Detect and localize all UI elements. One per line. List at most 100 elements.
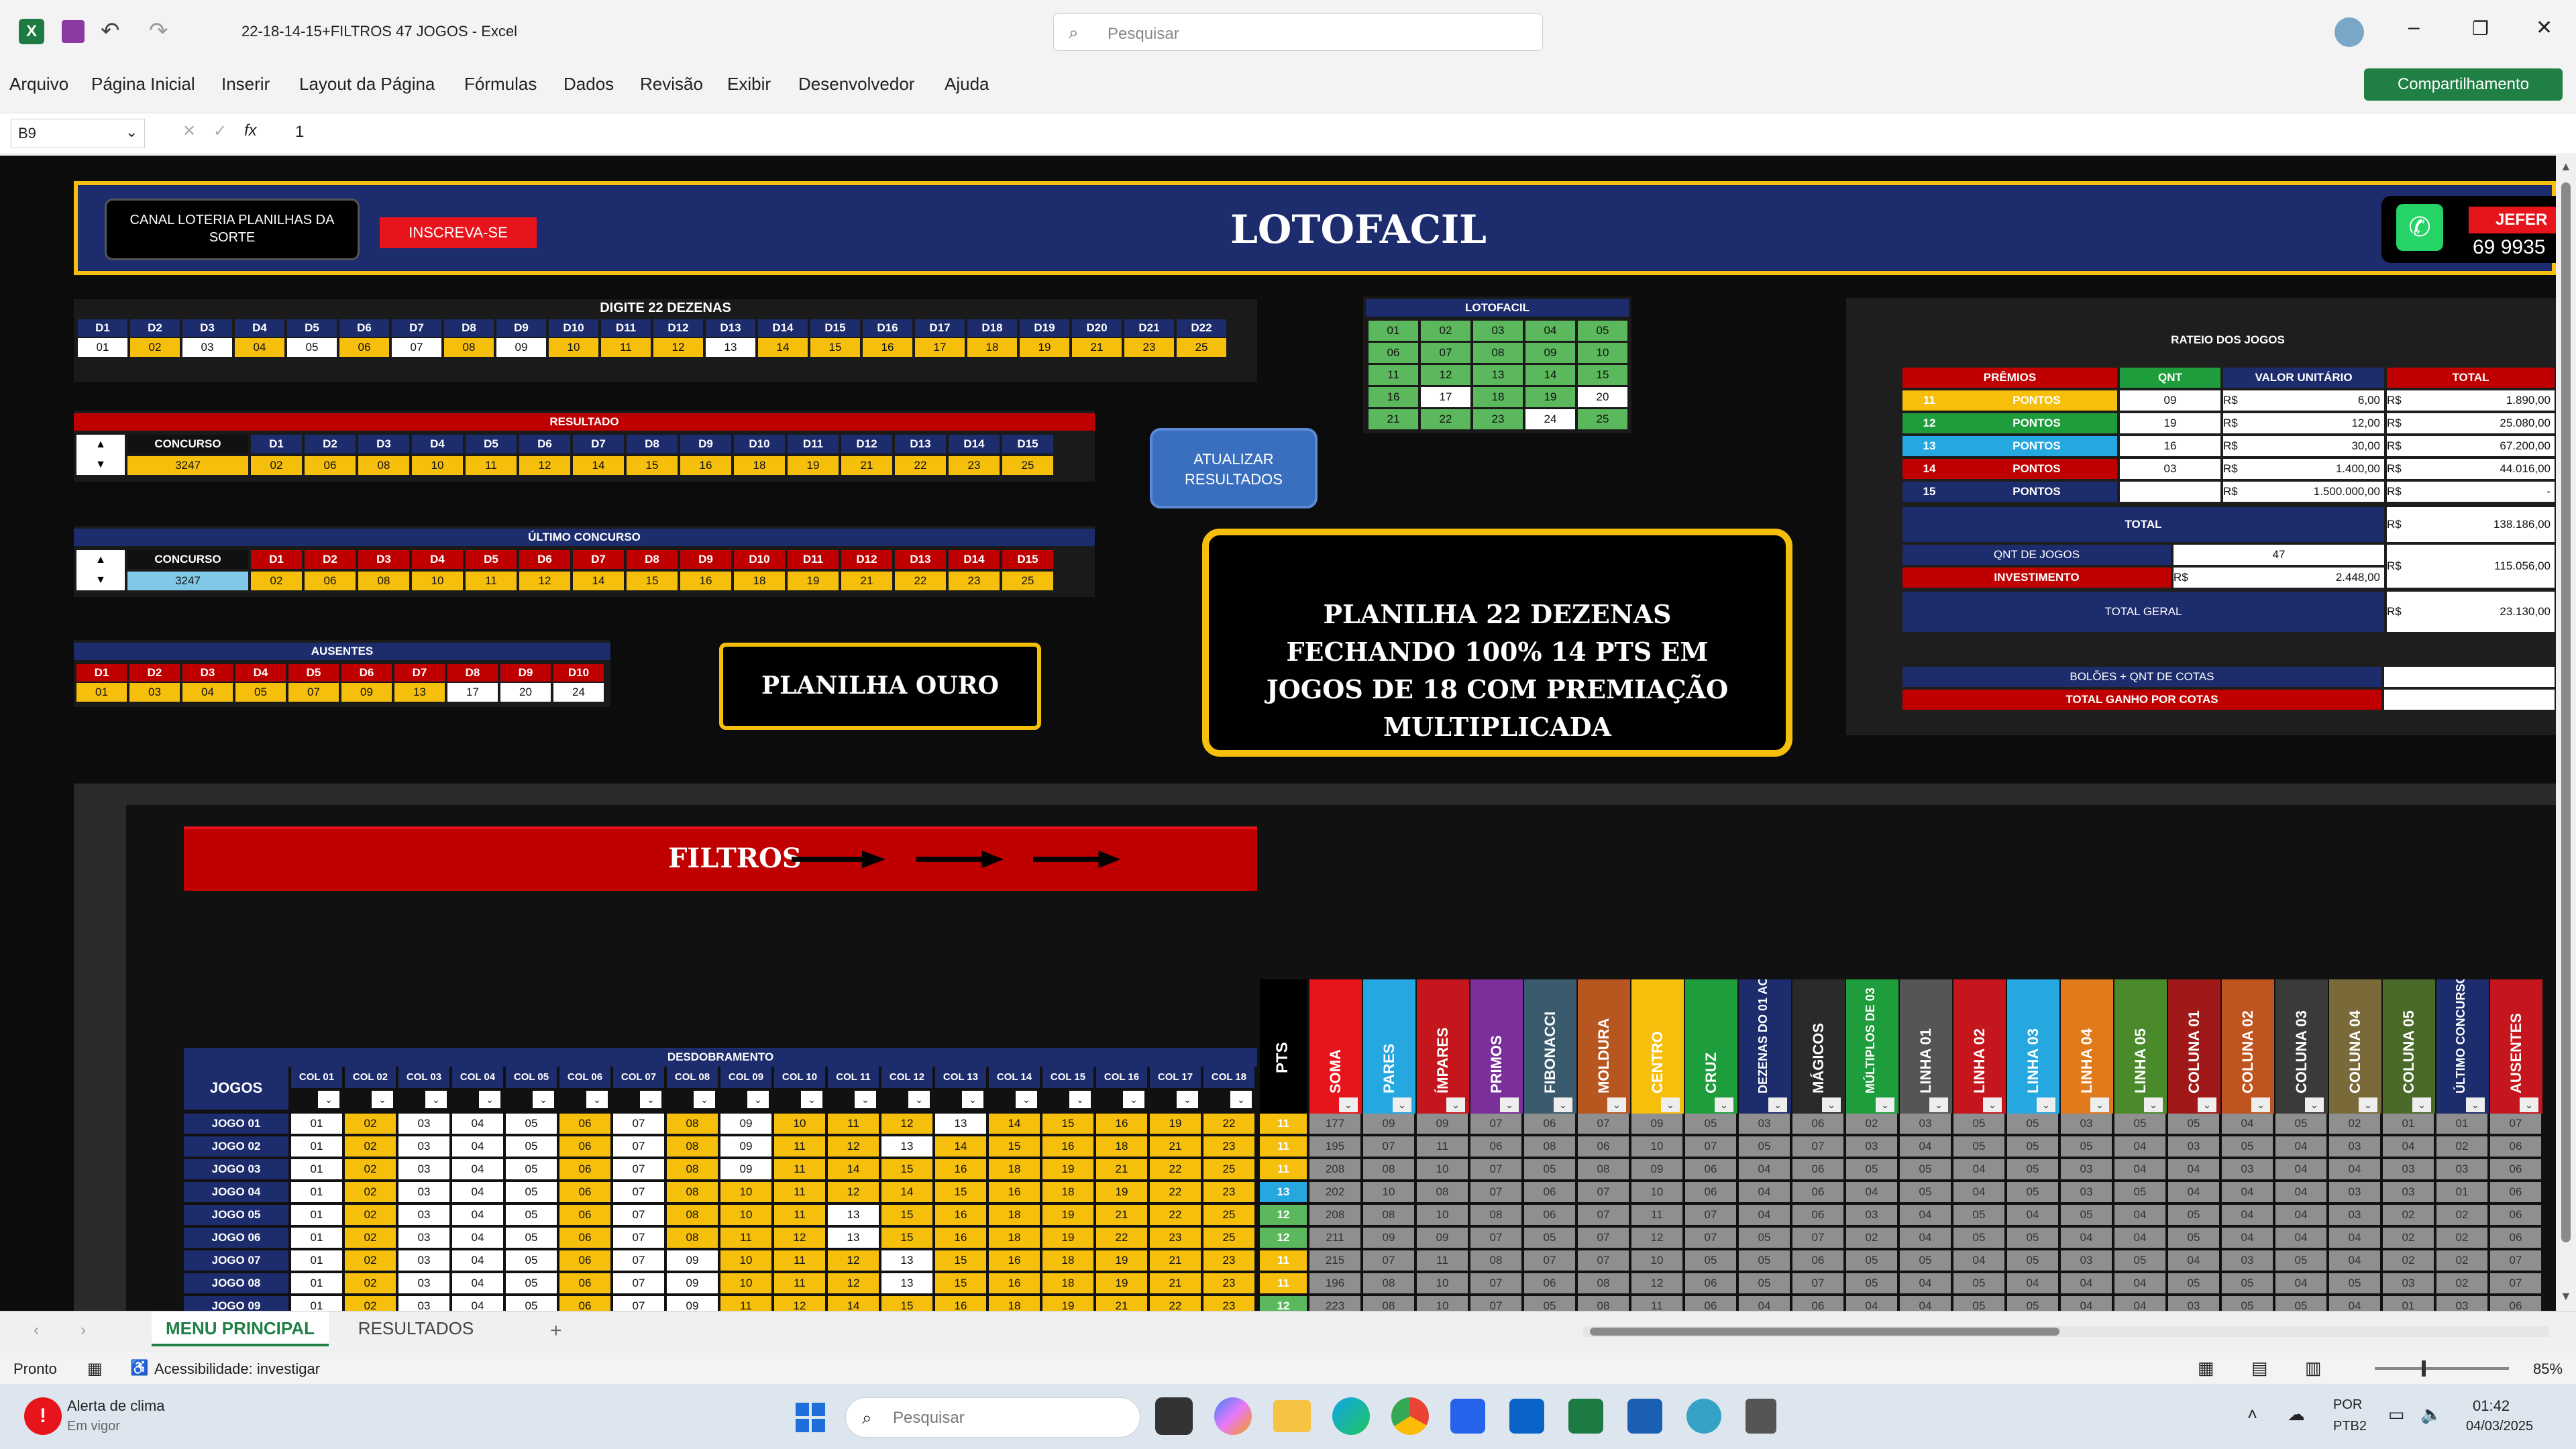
edge-icon[interactable]	[1332, 1397, 1370, 1435]
digite-cell[interactable]: 17	[915, 338, 965, 357]
filter-column-header[interactable]: DEZENAS DO 01 AO 15 ⌄	[1739, 979, 1791, 1114]
filter-dropdown-icon[interactable]: ⌄	[1177, 1091, 1198, 1108]
filter-dropdown-icon[interactable]: ⌄	[640, 1091, 661, 1108]
normal-view-icon[interactable]: ▦	[2198, 1358, 2214, 1379]
digite-cell[interactable]: 06	[339, 338, 389, 357]
filter-dropdown-icon[interactable]: ⌄	[1016, 1091, 1037, 1108]
digite-cell[interactable]: 08	[444, 338, 494, 357]
digite-cell[interactable]: 23	[1124, 338, 1174, 357]
page-break-icon[interactable]: ▥	[2305, 1358, 2322, 1379]
menu-formulas[interactable]: Fórmulas	[464, 74, 537, 95]
filter-column-header[interactable]: CRUZ ⌄	[1685, 979, 1737, 1114]
search-box[interactable]: ⌕ Pesquisar	[1053, 13, 1543, 51]
calculator-icon[interactable]	[1746, 1399, 1776, 1434]
planilha-ouro-button[interactable]: PLANILHA OURO	[719, 643, 1041, 730]
filter-dropdown-icon[interactable]: ⌄	[1822, 1097, 1841, 1112]
filter-dropdown-icon[interactable]: ⌄	[801, 1091, 822, 1108]
digite-cell[interactable]: 15	[810, 338, 860, 357]
filter-dropdown-icon[interactable]: ⌄	[2090, 1097, 2109, 1112]
scroll-up-icon[interactable]: ▲	[2560, 160, 2572, 174]
filter-column-header[interactable]: PARES ⌄	[1363, 979, 1415, 1114]
filter-column-header[interactable]: LINHA 02 ⌄	[1953, 979, 2006, 1114]
windows-start-icon[interactable]	[796, 1403, 825, 1432]
file-explorer-icon[interactable]	[1273, 1400, 1311, 1432]
filter-dropdown-icon[interactable]: ⌄	[1500, 1097, 1519, 1112]
filter-column-header[interactable]: LINHA 04 ⌄	[2061, 979, 2113, 1114]
filter-column-header[interactable]: COLUNA 04 ⌄	[2329, 979, 2381, 1114]
subscribe-button[interactable]: INSCREVA-SE	[380, 217, 537, 248]
restore-icon[interactable]: ❐	[2472, 17, 2489, 40]
filter-column-header[interactable]: LINHA 01 ⌄	[1900, 979, 1952, 1114]
filter-dropdown-icon[interactable]: ⌄	[2251, 1097, 2270, 1112]
prev-sheet-icon[interactable]: ‹	[34, 1321, 39, 1340]
filter-column-header[interactable]: COLUNA 03 ⌄	[2275, 979, 2328, 1114]
minimize-icon[interactable]: –	[2408, 16, 2420, 39]
menu-pagina-inicial[interactable]: Página Inicial	[91, 74, 195, 95]
copilot-icon[interactable]	[1214, 1397, 1252, 1435]
filter-dropdown-icon[interactable]: ⌄	[962, 1091, 983, 1108]
weather-title[interactable]: Alerta de clima	[67, 1397, 165, 1415]
whatsapp-icon[interactable]: ✆	[2396, 204, 2443, 251]
filter-dropdown-icon[interactable]: ⌄	[1339, 1097, 1358, 1112]
digite-cell[interactable]: 13	[706, 338, 755, 357]
filter-column-header[interactable]: CENTRO ⌄	[1631, 979, 1684, 1114]
digite-cell[interactable]: 25	[1177, 338, 1226, 357]
digite-cell[interactable]: 19	[1020, 338, 1069, 357]
vertical-scrollbar[interactable]: ▲ ▼	[2556, 156, 2576, 1311]
resultado-spinner-down[interactable]: ▼	[76, 455, 125, 475]
add-sheet-icon[interactable]: +	[550, 1320, 562, 1342]
cancel-icon[interactable]: ✕	[182, 121, 196, 141]
menu-exibir[interactable]: Exibir	[727, 74, 771, 95]
filter-dropdown-icon[interactable]: ⌄	[2305, 1097, 2324, 1112]
filter-column-header[interactable]: COLUNA 05 ⌄	[2383, 979, 2435, 1114]
tab-resultados[interactable]: RESULTADOS	[349, 1311, 483, 1346]
chrome-icon[interactable]	[1391, 1397, 1429, 1435]
digite-cell[interactable]: 07	[392, 338, 441, 357]
save-icon[interactable]	[62, 20, 85, 43]
digite-cell[interactable]: 02	[130, 338, 180, 357]
filter-dropdown-icon[interactable]: ⌄	[2412, 1097, 2431, 1112]
store-icon[interactable]	[1450, 1399, 1485, 1434]
ultimo-spinner-up[interactable]: ▲	[76, 550, 125, 570]
filter-column-header[interactable]: MÁGICOS ⌄	[1792, 979, 1845, 1114]
outlook-icon[interactable]	[1509, 1399, 1544, 1434]
atualizar-resultados-button[interactable]: ATUALIZAR RESULTADOS	[1150, 428, 1318, 508]
filter-dropdown-icon[interactable]: ⌄	[1123, 1091, 1144, 1108]
filter-dropdown-icon[interactable]: ⌄	[1230, 1091, 1252, 1108]
filter-column-header[interactable]: FIBONACCI ⌄	[1524, 979, 1576, 1114]
filter-dropdown-icon[interactable]: ⌄	[1554, 1097, 1572, 1112]
filter-column-header[interactable]: MÚLTIPLOS DE 03 ⌄	[1846, 979, 1898, 1114]
filter-dropdown-icon[interactable]: ⌄	[2144, 1097, 2163, 1112]
filter-dropdown-icon[interactable]: ⌄	[1768, 1097, 1787, 1112]
volume-icon[interactable]: 🔈	[2420, 1404, 2442, 1425]
filter-column-header[interactable]: SOMA ⌄	[1309, 979, 1362, 1114]
word-icon[interactable]	[1627, 1399, 1662, 1434]
filter-column-header[interactable]: COLUNA 02 ⌄	[2222, 979, 2274, 1114]
filter-column-header[interactable]: PRIMOS ⌄	[1470, 979, 1523, 1114]
digite-cell[interactable]: 18	[967, 338, 1017, 357]
taskbar-search[interactable]: ⌕ Pesquisar	[845, 1397, 1140, 1438]
filter-dropdown-icon[interactable]: ⌄	[2520, 1097, 2538, 1112]
tab-menu-principal[interactable]: MENU PRINCIPAL	[152, 1311, 329, 1346]
enter-icon[interactable]: ✓	[213, 121, 227, 141]
zoom-level[interactable]: 85%	[2533, 1360, 2563, 1378]
filter-dropdown-icon[interactable]: ⌄	[318, 1091, 339, 1108]
filter-dropdown-icon[interactable]: ⌄	[1393, 1097, 1411, 1112]
hscroll-thumb[interactable]	[1590, 1328, 2059, 1336]
filter-dropdown-icon[interactable]: ⌄	[425, 1091, 447, 1108]
close-icon[interactable]: ✕	[2536, 16, 2553, 40]
filter-dropdown-icon[interactable]: ⌄	[2466, 1097, 2485, 1112]
resultado-spinner-up[interactable]: ▲	[76, 435, 125, 455]
menu-desenvolvedor[interactable]: Desenvolvedor	[798, 74, 914, 95]
filter-dropdown-icon[interactable]: ⌄	[372, 1091, 393, 1108]
redo-icon[interactable]: ↷	[149, 17, 168, 44]
filter-dropdown-icon[interactable]: ⌄	[694, 1091, 715, 1108]
filter-dropdown-icon[interactable]: ⌄	[908, 1091, 930, 1108]
next-sheet-icon[interactable]: ›	[80, 1321, 86, 1340]
filter-column-header[interactable]: ÍMPARES ⌄	[1417, 979, 1469, 1114]
avatar[interactable]	[2334, 17, 2364, 47]
menu-ajuda[interactable]: Ajuda	[945, 74, 989, 95]
menu-arquivo[interactable]: Arquivo	[9, 74, 68, 95]
name-box[interactable]: B9 ⌄	[11, 119, 145, 148]
filter-dropdown-icon[interactable]: ⌄	[2359, 1097, 2377, 1112]
